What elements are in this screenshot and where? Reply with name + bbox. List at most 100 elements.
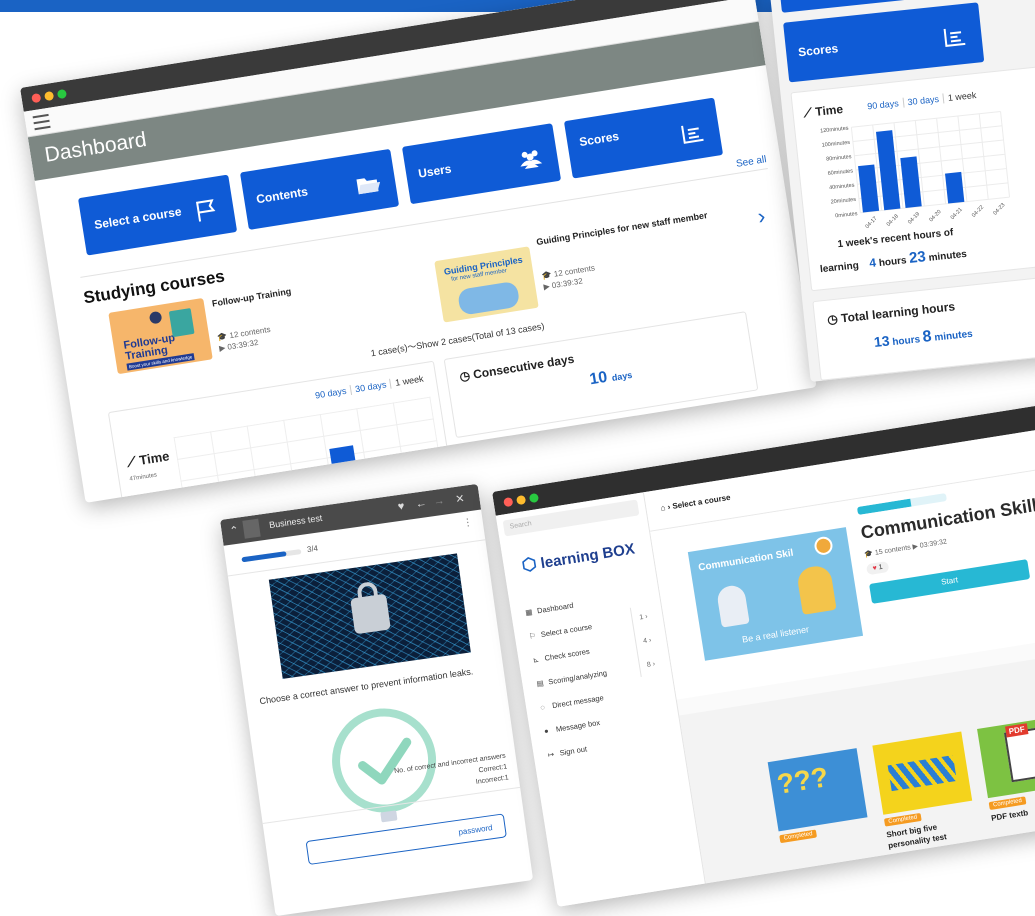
sidebar-item-sign-out[interactable]: ↦Sign out — [547, 744, 587, 759]
video-icon: ▶ — [912, 543, 918, 551]
course-meta: 🎓 12 contents ▶ 03:39:32 — [217, 324, 273, 354]
content-card[interactable]: ??? Completed — [768, 748, 868, 831]
tab-1-week[interactable]: 1 week — [390, 373, 429, 389]
tile-select-course[interactable]: Select a course — [78, 175, 237, 256]
content-card[interactable]: PDF Completed PDF textb — [977, 715, 1035, 798]
chart-bar — [945, 172, 964, 204]
tile-contents[interactable]: Contents — [240, 149, 399, 230]
back-arrow-icon[interactable]: ← — [415, 497, 428, 510]
grid-line — [854, 140, 1003, 156]
chart-bar — [858, 164, 879, 212]
see-all-link[interactable]: See all — [735, 154, 767, 170]
clock-icon: ◷ — [458, 368, 471, 383]
tab-30-days[interactable]: 30 days — [349, 379, 391, 395]
x-tick-label: 04-20 — [928, 209, 942, 223]
door-illustration — [169, 308, 195, 337]
grid-line — [851, 112, 1000, 128]
tile-label: Scores — [798, 41, 839, 59]
collapse-icon[interactable]: ⌃ — [229, 524, 240, 538]
start-button[interactable]: Start — [869, 559, 1030, 604]
page-title: Dashboard — [43, 128, 148, 168]
progress-fill — [241, 551, 286, 562]
flag-icon — [192, 196, 221, 224]
sidebar-item-scoring[interactable]: ▤Scoring/analyzing — [536, 668, 608, 688]
card-title: PDF textb — [991, 808, 1029, 823]
chart-bar — [329, 445, 357, 478]
scores-icon — [678, 119, 707, 147]
completed-badge: Completed — [884, 813, 922, 827]
hamburger-menu-icon[interactable] — [33, 114, 51, 130]
sidebar-item-check-scores[interactable]: ⊾Check scores — [532, 647, 590, 665]
x-tick-label: 04-17 — [865, 216, 879, 230]
person-illustration — [149, 311, 163, 325]
y-tick-label: 120minutes — [820, 126, 849, 135]
x-tick-label: 04-23 — [992, 202, 1006, 216]
course-title: Communication Skills — [859, 493, 1035, 543]
maximize-dot[interactable] — [57, 89, 67, 99]
grid-line — [860, 197, 1009, 213]
minimize-dot[interactable] — [44, 91, 54, 101]
y-tick-label: 20minutes — [830, 197, 856, 206]
x-tick-label: 04-21 — [950, 207, 964, 221]
close-dot[interactable] — [31, 93, 41, 103]
close-dot[interactable] — [503, 497, 513, 507]
forward-arrow-icon[interactable]: → — [433, 495, 446, 508]
y-tick-label: 100minutes — [821, 140, 850, 149]
course-name: Guiding Principles for new staff member — [536, 210, 708, 247]
maximize-dot[interactable] — [529, 493, 539, 503]
more-menu-icon[interactable]: ⋮ — [462, 517, 473, 529]
sidebar-item-select-course[interactable]: ⚐Select a course — [528, 622, 592, 641]
tab-1-week[interactable]: 1 week — [942, 90, 980, 104]
x-tick-label: 04-19 — [907, 211, 921, 225]
window-controls — [503, 493, 539, 507]
drag-handle-icon[interactable] — [380, 810, 397, 822]
tile-label: Users — [417, 162, 452, 181]
sidebar-item-message-box[interactable]: ●Message box — [543, 718, 600, 736]
sidebar-item-direct-message[interactable]: ◌Direct message — [540, 693, 605, 712]
y-tick-label: 40minutes — [829, 183, 855, 192]
grid-line — [856, 154, 1005, 170]
sidebar-item-dashboard[interactable]: ▦Dashboard — [525, 601, 575, 618]
quiz-window: ⌃ Business test ♥ ← → ✕ ⋮ 3/4 Choose a c… — [220, 484, 533, 916]
home-icon[interactable]: ⌂ — [660, 503, 666, 513]
time-heading: ⟋ Time — [126, 448, 171, 471]
trend-icon: ⟋ — [126, 454, 137, 470]
summary-minutes: 23 — [908, 248, 926, 267]
time-chart-card: ⟋ Time 90 days30 days1 week 120minutes10… — [790, 63, 1035, 291]
heart-icon[interactable]: ♥ — [397, 500, 405, 513]
sidebar-count: 8 › — [646, 661, 655, 669]
minimize-dot[interactable] — [516, 495, 526, 505]
tab-90-days[interactable]: 90 days — [863, 98, 903, 112]
chart-bar — [900, 156, 921, 208]
like-badge[interactable]: ♥ 1 — [866, 561, 889, 575]
password-button[interactable]: password — [306, 813, 507, 865]
x-tick-label: 04-22 — [971, 205, 985, 219]
close-icon[interactable]: ✕ — [455, 492, 466, 506]
folder-icon — [354, 171, 383, 199]
grid-line — [857, 169, 1006, 185]
tile-users[interactable]: Users — [402, 123, 561, 204]
heart-icon: ♥ — [872, 565, 877, 573]
course-progress-fill — [857, 499, 912, 515]
tile-scores[interactable]: Scores — [783, 2, 984, 82]
y-tick: 40minutes — [133, 494, 161, 503]
video-icon: ▶ — [219, 343, 226, 353]
tab-30-days[interactable]: 30 days — [902, 94, 943, 108]
logo: ⬡ learning BOX — [520, 539, 636, 577]
next-chevron-icon[interactable]: › — [756, 203, 767, 230]
time-panel: 90 days30 days1 week ⟋ Time 47minutes 40… — [108, 361, 450, 503]
course-duration: 03:39:32 — [227, 338, 259, 352]
course-thumbnail: Communication Skil Be a real listener — [688, 527, 863, 661]
content-card[interactable]: Completed Short big five personality tes… — [872, 732, 972, 815]
listener-illustration — [716, 584, 750, 628]
course-card[interactable]: Guiding Principles for new staff member … — [434, 214, 741, 330]
grid-line — [853, 126, 1002, 142]
y-tick-label: 0minutes — [835, 211, 858, 219]
time-range-tabs: 90 days30 days1 week — [310, 373, 428, 401]
tab-90-days[interactable]: 90 days — [310, 385, 351, 401]
y-tick-label: 60minutes — [827, 168, 853, 177]
dashboard-window: Dashboard Select a course Contents Users… — [20, 0, 817, 503]
list-icon[interactable] — [242, 519, 260, 539]
tile-scores[interactable]: Scores — [564, 98, 723, 179]
question-marks-image: ??? — [775, 761, 831, 801]
